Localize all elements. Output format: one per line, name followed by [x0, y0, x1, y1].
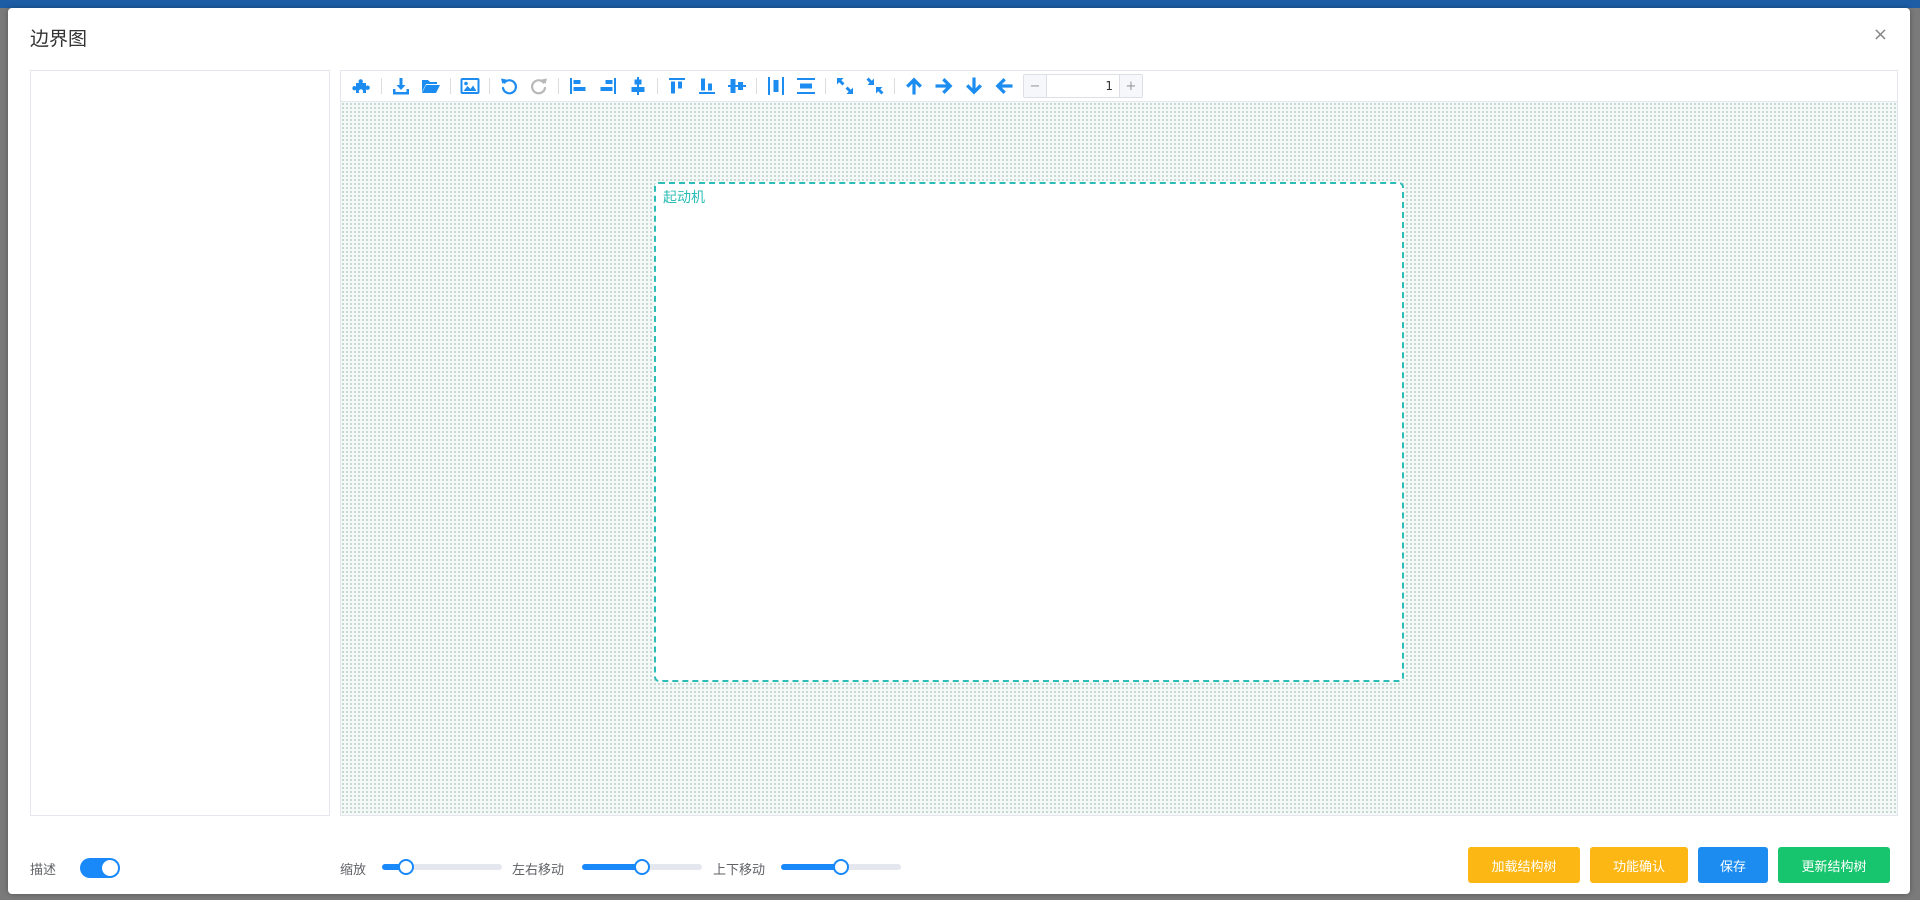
arrow-right-icon[interactable] [929, 71, 959, 101]
confirm-function-button[interactable]: 功能确认 [1590, 847, 1688, 883]
diagram-editor: − + 起动机 [340, 70, 1898, 816]
toggle-knob [102, 860, 118, 876]
zoom-label: 缩放 [340, 863, 367, 878]
download-icon[interactable] [386, 71, 416, 101]
dialog-title: 边界图 [30, 28, 88, 50]
align-left-icon[interactable] [563, 71, 593, 101]
zoom-decrease-button[interactable]: − [1024, 75, 1046, 97]
toolbar-divider [381, 78, 382, 94]
dialog-footer: 描述 缩放 左右移动 上下移动 加载结构树 功能确认 保存 更新结构树 [8, 838, 1910, 888]
toolbar-divider [558, 78, 559, 94]
vertical-move-slider[interactable] [781, 859, 901, 875]
zoom-stepper: − + [1023, 74, 1143, 98]
toolbar-divider [450, 78, 451, 94]
toolbar-divider [756, 78, 757, 94]
slider-fill [582, 864, 642, 870]
toolbar-divider [489, 78, 490, 94]
align-bottom-icon[interactable] [692, 71, 722, 101]
slider-handle[interactable] [634, 859, 650, 875]
zoom-increase-button[interactable]: + [1120, 75, 1142, 97]
image-icon[interactable] [455, 71, 485, 101]
align-center-horizontal-icon[interactable] [623, 71, 653, 101]
slider-handle[interactable] [833, 859, 849, 875]
arrow-left-icon[interactable] [989, 71, 1019, 101]
diagram-canvas[interactable]: 起动机 [341, 102, 1897, 815]
toolbar-divider [825, 78, 826, 94]
arrow-up-icon[interactable] [899, 71, 929, 101]
arrow-down-icon[interactable] [959, 71, 989, 101]
update-structure-tree-button[interactable]: 更新结构树 [1778, 847, 1890, 883]
boundary-node-label: 起动机 [663, 190, 705, 206]
align-middle-icon[interactable] [722, 71, 752, 101]
slider-handle[interactable] [398, 859, 414, 875]
structure-tree-panel [30, 70, 330, 816]
boundary-diagram-dialog: 边界图 × − 1 + 起动机 描述 缩放 左右移动 上下移动 加载结构树 功能… [8, 8, 1910, 894]
describe-label: 描述 [30, 863, 57, 878]
toolbar-divider [894, 78, 895, 94]
slider-fill [781, 864, 841, 870]
editor-toolbar: − + [341, 71, 1897, 102]
header-bar [0, 0, 1920, 8]
boundary-node[interactable]: 起动机 [654, 182, 1404, 682]
vertical-move-label: 上下移动 [713, 863, 766, 878]
undo-icon[interactable] [494, 71, 524, 101]
describe-toggle[interactable] [80, 858, 120, 878]
zoom-slider[interactable] [382, 859, 502, 875]
zoom-value-input[interactable] [1046, 75, 1120, 97]
distribute-horizontal-icon[interactable] [761, 71, 791, 101]
expand-icon[interactable] [830, 71, 860, 101]
folder-open-icon[interactable] [416, 71, 446, 101]
distribute-vertical-icon[interactable] [791, 71, 821, 101]
save-button[interactable]: 保存 [1698, 847, 1768, 883]
horizontal-move-label: 左右移动 [512, 863, 565, 878]
align-top-icon[interactable] [662, 71, 692, 101]
horizontal-move-slider[interactable] [582, 859, 702, 875]
puzzle-icon[interactable] [347, 71, 377, 101]
load-structure-tree-button[interactable]: 加载结构树 [1468, 847, 1580, 883]
align-right-icon[interactable] [593, 71, 623, 101]
toolbar-divider [657, 78, 658, 94]
close-button[interactable]: × [1873, 26, 1888, 44]
redo-icon[interactable] [524, 71, 554, 101]
compress-icon[interactable] [860, 71, 890, 101]
